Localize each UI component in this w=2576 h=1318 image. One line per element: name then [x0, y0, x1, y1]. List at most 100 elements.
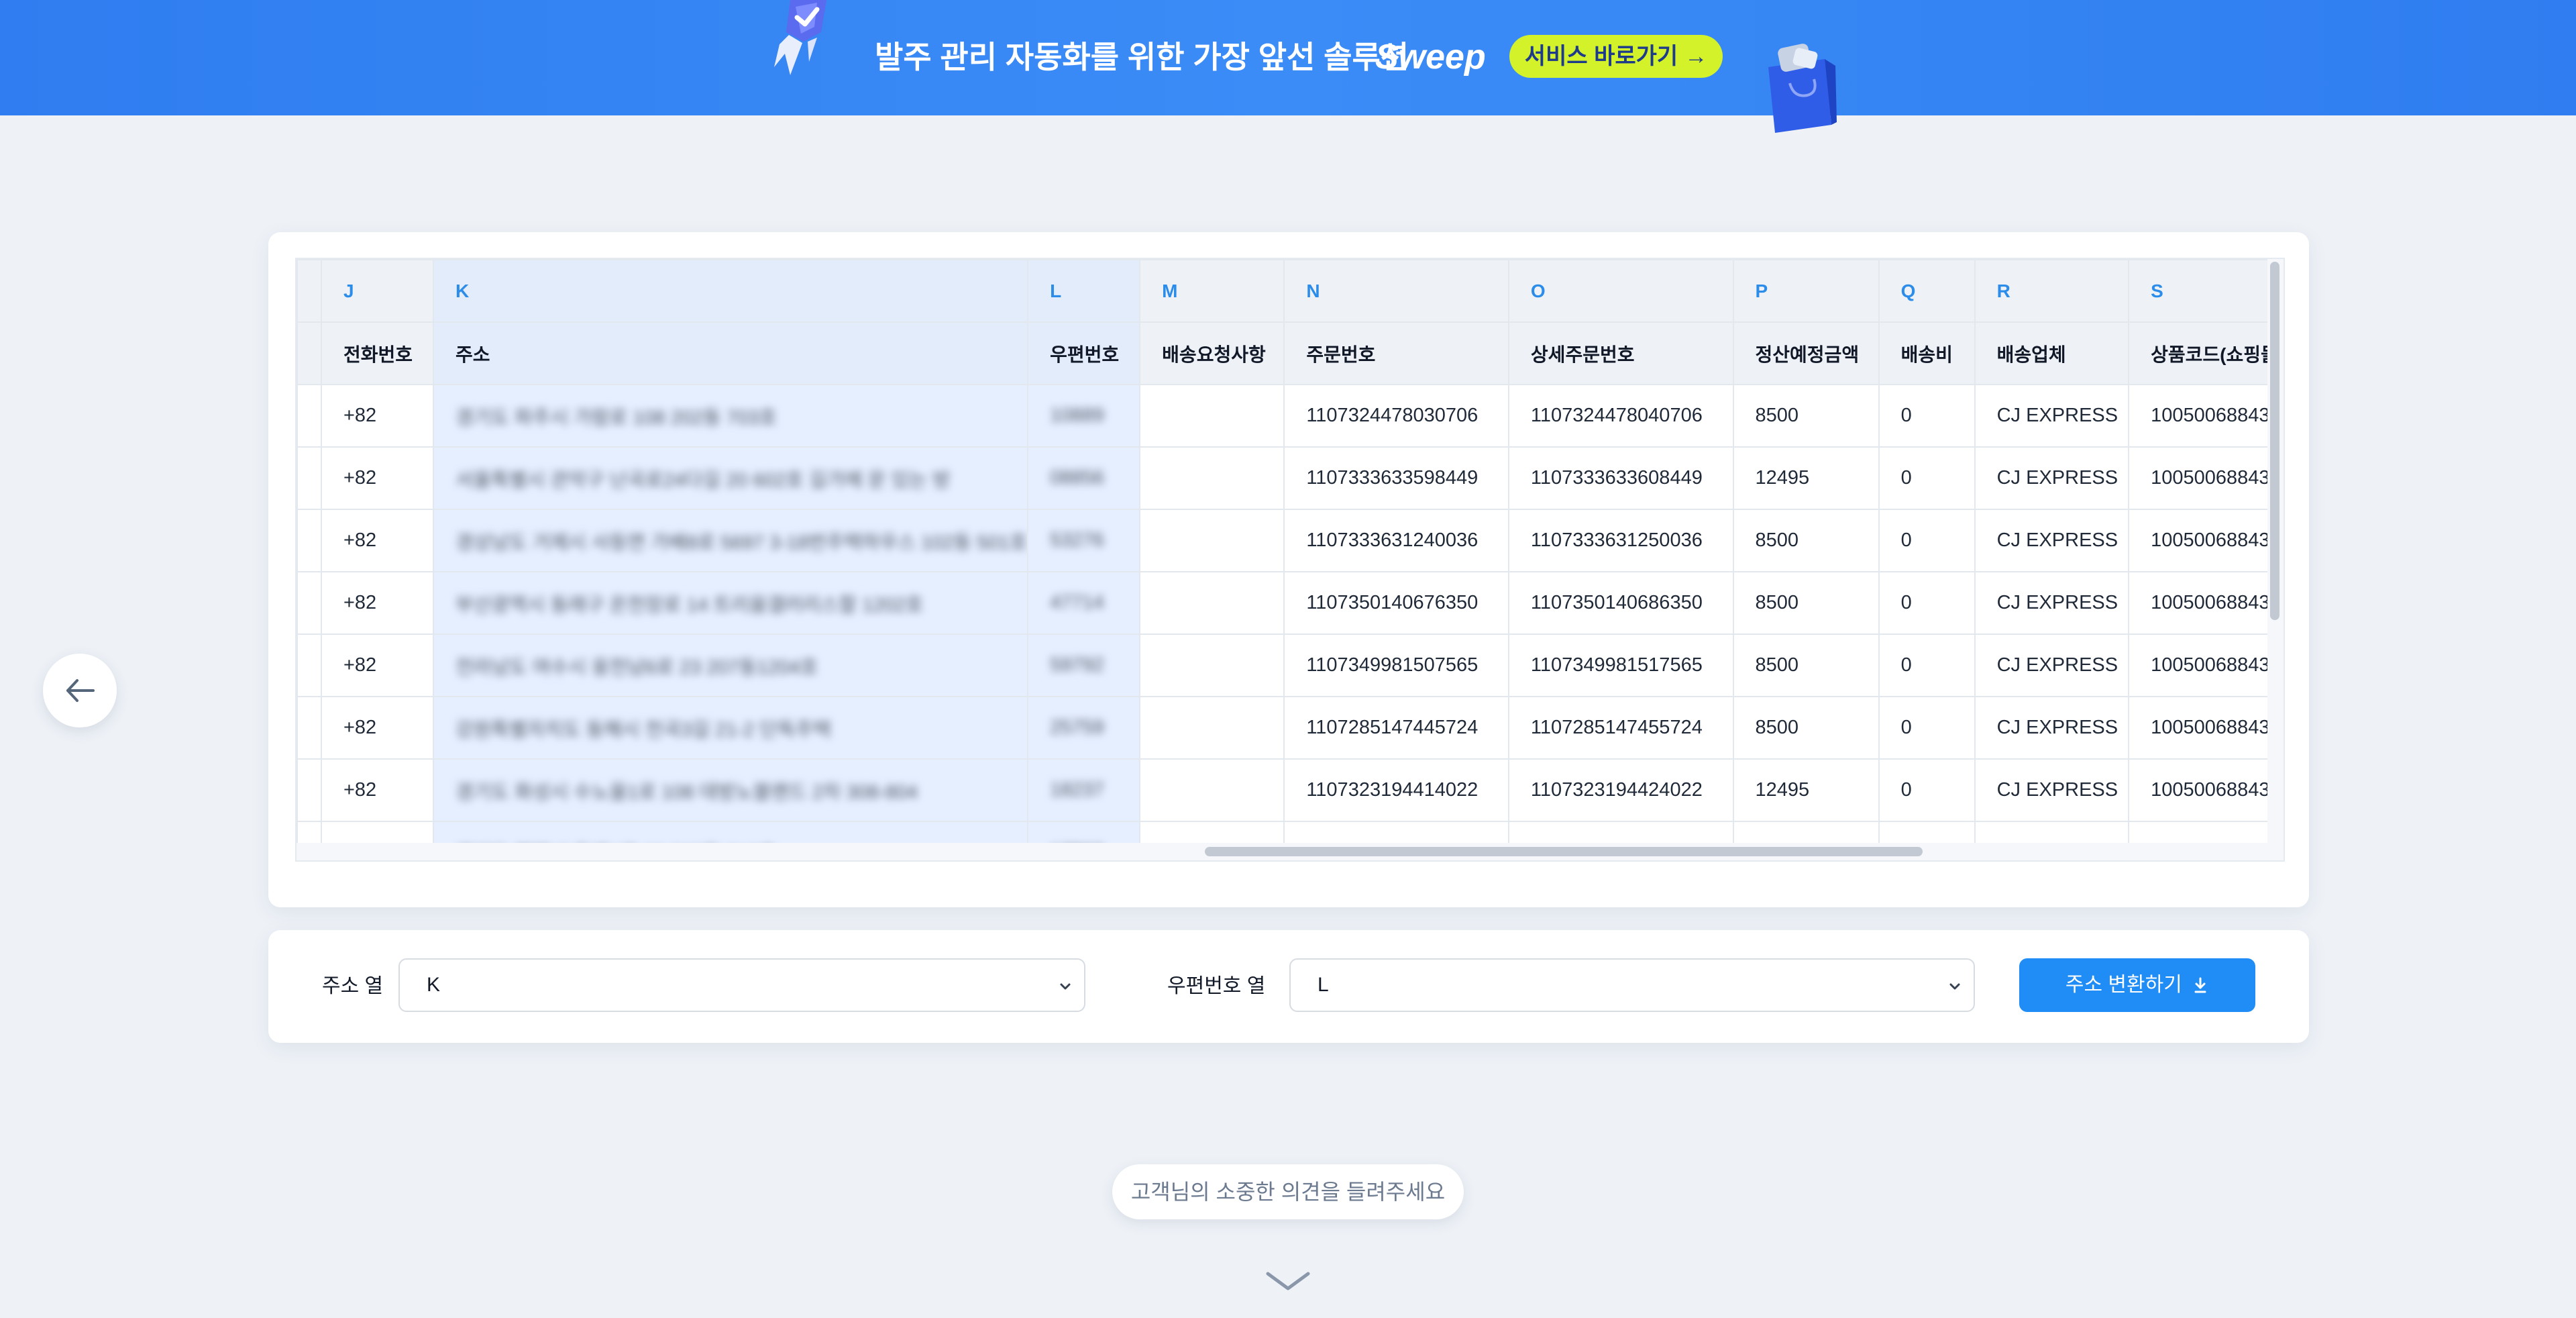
cell-m[interactable]	[1139, 384, 1285, 448]
chevron-down-icon[interactable]	[1264, 1268, 1312, 1295]
cell-m[interactable]	[1139, 758, 1285, 822]
cell-l[interactable]: 47714	[1027, 571, 1141, 635]
cell-o[interactable]: 1107349981517565	[1507, 633, 1734, 697]
cell-n[interactable]: 1107333633598449	[1283, 446, 1509, 510]
horizontal-scrollbar[interactable]	[297, 843, 2284, 860]
cell-m[interactable]	[1139, 446, 1285, 510]
cell-m[interactable]: 배송요청사항	[1139, 321, 1285, 385]
cell-o[interactable]: 1107285147455724	[1507, 696, 1734, 760]
cell-j[interactable]: 전화번호	[320, 321, 434, 385]
cell-o[interactable]: 1107333633608449	[1507, 446, 1734, 510]
cell-r[interactable]: CJ EXPRESS	[1974, 633, 2130, 697]
cell-j[interactable]: +82	[320, 384, 434, 448]
cell-r[interactable]: CJ EXPRESS	[1974, 696, 2130, 760]
cell-s[interactable]: 10050068843	[2128, 446, 2284, 510]
cell-r[interactable]: CJ EXPRESS	[1974, 446, 2130, 510]
cell-k[interactable]: 경기도 파주시 가람로 108 202동 703호	[432, 384, 1029, 448]
cell-n[interactable]: 1107350140676350	[1283, 571, 1509, 635]
cell-s[interactable]: 10050068843	[2128, 758, 2284, 822]
cell-q[interactable]: 0	[1878, 758, 1976, 822]
cell-q[interactable]: 0	[1878, 633, 1976, 697]
cell-o[interactable]: O	[1507, 259, 1734, 323]
cell-l[interactable]: 25759	[1027, 696, 1141, 760]
cell-r[interactable]: 배송업체	[1974, 321, 2130, 385]
cell-l[interactable]: 53276	[1027, 509, 1141, 572]
cell-s[interactable]: S	[2128, 259, 2284, 323]
cell-j[interactable]: +82	[320, 758, 434, 822]
cell-k[interactable]: 주소	[432, 321, 1029, 385]
spreadsheet-preview[interactable]: J K L M N O P Q R S 전화번호 주소 우편번호 배송요청사항 주문번호 상세주문번호 정산예정…	[295, 258, 2285, 862]
cell-o[interactable]: 1107324478040706	[1507, 384, 1734, 448]
cell-p[interactable]: 8500	[1732, 696, 1880, 760]
cell-r[interactable]: CJ EXPRESS	[1974, 509, 2130, 572]
cell-n[interactable]: 1107285147445724	[1283, 696, 1509, 760]
cell-p[interactable]: 8500	[1732, 509, 1880, 572]
cell-l[interactable]: L	[1027, 259, 1141, 323]
horizontal-scroll-thumb[interactable]	[1205, 847, 1923, 856]
feedback-button[interactable]: 고객님의 소중한 의견을 들려주세요	[1112, 1164, 1464, 1219]
address-column-select[interactable]: K	[398, 958, 1085, 1012]
cell-n[interactable]: 1107324478030706	[1283, 384, 1509, 448]
cell-s[interactable]: 10050068843	[2128, 384, 2284, 448]
cell-q[interactable]: 배송비	[1878, 321, 1976, 385]
cell-j[interactable]: +82	[320, 571, 434, 635]
cell-q[interactable]: 0	[1878, 384, 1976, 448]
cell-o[interactable]: 1107333631250036	[1507, 509, 1734, 572]
cell-p[interactable]: 8500	[1732, 384, 1880, 448]
cell-s[interactable]: 상품코드(쇼핑몰	[2128, 321, 2284, 385]
cell-j[interactable]: +82	[320, 509, 434, 572]
service-link-button[interactable]: 서비스 바로가기 →	[1509, 35, 1723, 78]
cell-l[interactable]: 18237	[1027, 758, 1141, 822]
cell-l[interactable]: 08856	[1027, 446, 1141, 510]
cell-p[interactable]: 정산예정금액	[1732, 321, 1880, 385]
cell-r[interactable]: CJ EXPRESS	[1974, 384, 2130, 448]
cell-j[interactable]: J	[320, 259, 434, 323]
cell-l[interactable]: 59792	[1027, 633, 1141, 697]
cell-m[interactable]	[1139, 571, 1285, 635]
cell-q[interactable]: 0	[1878, 446, 1976, 510]
zip-column-select[interactable]: L	[1289, 958, 1975, 1012]
cell-k[interactable]: 경상남도 거제시 사등면 가배8로 5697 3-18번주택하우스 102동 5…	[432, 509, 1029, 572]
cell-p[interactable]: 8500	[1732, 633, 1880, 697]
cell-k[interactable]: K	[432, 259, 1029, 323]
cell-k[interactable]: 서울특별시 관악구 난곡로24다길 20 602호 길가에 문 있는 방	[432, 446, 1029, 510]
cell-s[interactable]: 10050068843	[2128, 633, 2284, 697]
cell-j[interactable]: +82	[320, 446, 434, 510]
cell-k[interactable]: 부산광역시 동래구 온천장로 14 트리움갤러리스할 1202호	[432, 571, 1029, 635]
vertical-scroll-thumb[interactable]	[2270, 262, 2279, 620]
cell-r[interactable]: CJ EXPRESS	[1974, 571, 2130, 635]
cell-n[interactable]: N	[1283, 259, 1509, 323]
cell-m[interactable]	[1139, 696, 1285, 760]
back-button[interactable]	[43, 654, 117, 727]
cell-s[interactable]: 10050068843	[2128, 696, 2284, 760]
convert-address-button[interactable]: 주소 변환하기	[2019, 958, 2255, 1012]
cell-n[interactable]: 1107323194414022	[1283, 758, 1509, 822]
cell-s[interactable]: 10050068843	[2128, 571, 2284, 635]
cell-p[interactable]: 8500	[1732, 571, 1880, 635]
cell-k[interactable]: 전라남도 여수시 웅천남6로 23 207동1204호	[432, 633, 1029, 697]
cell-o[interactable]: 1107323194424022	[1507, 758, 1734, 822]
cell-o[interactable]: 상세주문번호	[1507, 321, 1734, 385]
cell-m[interactable]	[1139, 509, 1285, 572]
cell-n[interactable]: 1107349981507565	[1283, 633, 1509, 697]
cell-p[interactable]: 12495	[1732, 446, 1880, 510]
cell-q[interactable]: 0	[1878, 696, 1976, 760]
cell-m[interactable]: M	[1139, 259, 1285, 323]
cell-n[interactable]: 주문번호	[1283, 321, 1509, 385]
cell-j[interactable]: +82	[320, 696, 434, 760]
cell-q[interactable]: Q	[1878, 259, 1976, 323]
vertical-scrollbar[interactable]	[2267, 259, 2284, 860]
cell-n[interactable]: 1107333631240036	[1283, 509, 1509, 572]
cell-p[interactable]: 12495	[1732, 758, 1880, 822]
cell-q[interactable]: 0	[1878, 509, 1976, 572]
cell-k[interactable]: 강원특별자치도 동해시 천곡3길 21-2 단독주택	[432, 696, 1029, 760]
cell-l[interactable]: 10889	[1027, 384, 1141, 448]
cell-r[interactable]: CJ EXPRESS	[1974, 758, 2130, 822]
cell-k[interactable]: 경기도 화성시 수노을1로 108 데방노블랜드 2차 308-804	[432, 758, 1029, 822]
cell-m[interactable]	[1139, 633, 1285, 697]
cell-l[interactable]: 우편번호	[1027, 321, 1141, 385]
cell-s[interactable]: 10050068843	[2128, 509, 2284, 572]
cell-j[interactable]: +82	[320, 633, 434, 697]
cell-r[interactable]: R	[1974, 259, 2130, 323]
cell-o[interactable]: 1107350140686350	[1507, 571, 1734, 635]
